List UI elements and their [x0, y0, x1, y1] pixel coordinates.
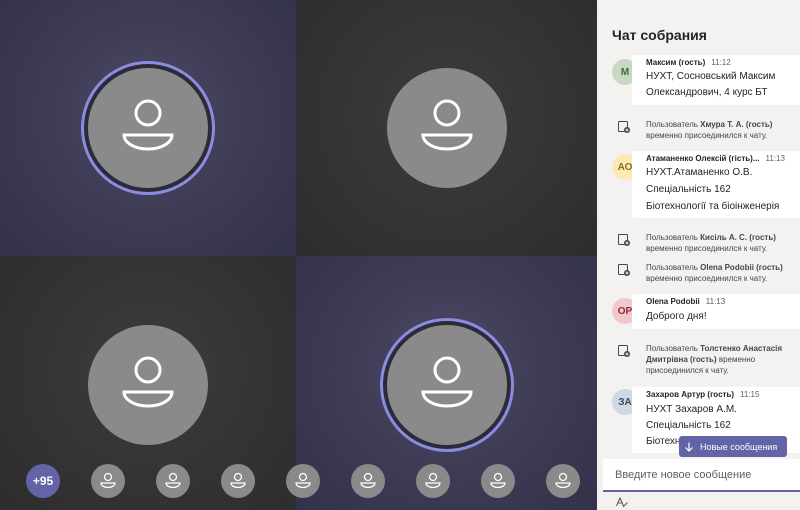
participant-avatar-1: [88, 68, 208, 188]
sys-rest: временно присоединился к чату.: [646, 131, 768, 140]
system-message-text: Пользователь Хмура Т. А. (гость) временно…: [646, 119, 800, 141]
sys-prefix: Пользователь: [646, 120, 701, 129]
person-icon: [100, 472, 116, 489]
person-icon: [230, 472, 246, 489]
message-text: Біотехн: [646, 436, 681, 447]
chat-message: Атаманенко Олексій (гість)... 11:13 НУХТ.…: [632, 151, 800, 218]
sender-name: Захаров Артур (гость): [646, 390, 735, 399]
participant-mini-avatar[interactable]: [221, 464, 255, 498]
sender-name: Olena Podobii: [646, 297, 700, 306]
participant-strip: +95: [0, 458, 597, 504]
sys-prefix: Пользователь: [646, 233, 701, 242]
participant-mini-avatar[interactable]: [546, 464, 580, 498]
system-message-text: Пользователь Olena Podobii (гость) времен…: [646, 262, 800, 284]
person-icon: [490, 472, 506, 489]
person-icon: [122, 99, 174, 151]
person-icon: [421, 99, 473, 151]
arrow-down-icon: [685, 442, 693, 452]
person-icon: [421, 356, 473, 408]
chat-join-icon: [618, 345, 630, 357]
sys-prefix: Пользователь: [646, 263, 701, 272]
more-participants-button[interactable]: +95: [26, 464, 60, 498]
person-icon: [360, 472, 376, 489]
compose-input[interactable]: Введите новое сообщение: [603, 459, 800, 492]
chat-join-icon: [618, 234, 630, 246]
message-sender: Атаманенко Олексій (гість)... 11:13: [646, 154, 785, 163]
message-time: 11:13: [705, 297, 726, 306]
participant-mini-avatar[interactable]: [156, 464, 190, 498]
format-icon[interactable]: [615, 496, 629, 508]
message-sender: Olena Podobii 11:13: [646, 297, 725, 306]
person-icon: [122, 356, 174, 408]
participant-mini-avatar[interactable]: [481, 464, 515, 498]
meeting-window: +95 Чат собрания М Максим (гость) 11:12 …: [0, 0, 800, 510]
message-text: Спеціальність 162: [646, 420, 731, 431]
sys-name: Хмура Т. А. (гость): [700, 120, 773, 129]
sys-name: Olena Podobii (гость): [700, 263, 783, 272]
participant-avatar-3: [88, 325, 208, 445]
person-icon: [555, 472, 571, 489]
participant-mini-avatar[interactable]: [416, 464, 450, 498]
message-sender: Максим (гость) 11:12: [646, 58, 731, 67]
message-text: НУХТ Захаров А.М.: [646, 404, 737, 415]
participant-tile-1[interactable]: [0, 0, 296, 256]
participant-avatar-4: [387, 325, 507, 445]
sender-name: Максим (гость): [646, 58, 706, 67]
message-text: Біотехнології та біоінженерія: [646, 201, 780, 212]
chat-message: Olena Podobii 11:13 Доброго дня!: [632, 294, 800, 329]
message-text: НУХТ, Сосновський Максим: [646, 71, 776, 82]
message-time: 11:13: [765, 154, 785, 163]
video-grid: +95: [0, 0, 597, 510]
person-icon: [295, 472, 311, 489]
sys-name: Кисіль А. С. (гость): [700, 233, 776, 242]
message-text: Спеціальність 162: [646, 184, 731, 195]
message-text: Олександрович, 4 курс БТ: [646, 87, 768, 98]
sys-rest: временно присоединился к чату.: [646, 244, 768, 253]
participant-tile-2[interactable]: [296, 0, 597, 256]
compose-placeholder: Введите новое сообщение: [615, 469, 752, 481]
new-messages-label: Новые сообщения: [700, 441, 778, 452]
system-message-text: Пользователь Толстенко Анастасія Дмитрів…: [646, 343, 800, 376]
message-sender: Захаров Артур (гость) 11:15: [646, 390, 759, 399]
system-message-text: Пользователь Кисіль А. С. (гость) временн…: [646, 232, 800, 254]
chat-title: Чат собрания: [612, 27, 707, 43]
person-icon: [165, 472, 181, 489]
chat-join-icon: [618, 121, 630, 133]
chat-join-icon: [618, 264, 630, 276]
message-text: Доброго дня!: [646, 311, 707, 322]
person-icon: [425, 472, 441, 489]
chat-message: Максим (гость) 11:12 НУХТ, Сосновський Ма…: [632, 55, 800, 105]
message-time: 11:15: [740, 390, 760, 399]
participant-mini-avatar[interactable]: [286, 464, 320, 498]
sys-rest: временно присоединился к чату.: [646, 274, 768, 283]
sys-prefix: Пользователь: [646, 344, 701, 353]
new-messages-button[interactable]: Новые сообщения: [679, 436, 787, 457]
participant-mini-avatar[interactable]: [91, 464, 125, 498]
message-time: 11:12: [711, 58, 731, 67]
meeting-chat-panel: Чат собрания М Максим (гость) 11:12 НУХТ,…: [597, 0, 800, 510]
message-text: НУХТ.Атаманенко О.В.: [646, 167, 753, 178]
participant-avatar-2: [387, 68, 507, 188]
participant-mini-avatar[interactable]: [351, 464, 385, 498]
sender-name: Атаманенко Олексій (гість)...: [646, 154, 760, 163]
